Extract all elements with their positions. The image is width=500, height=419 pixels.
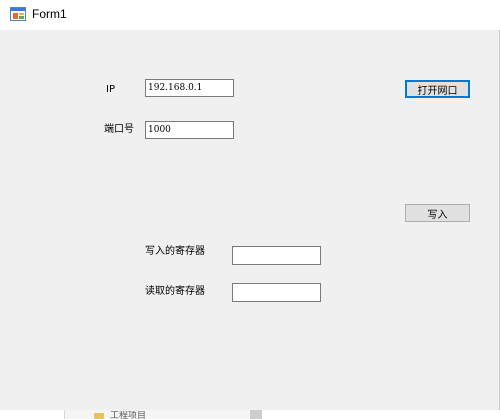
- ip-label: IP: [106, 84, 115, 95]
- write-button[interactable]: 写入: [405, 204, 470, 222]
- port-label: 端口号: [104, 124, 134, 135]
- form-app-icon: [10, 7, 26, 21]
- ip-input[interactable]: [145, 79, 234, 97]
- form-window: Form1 IP 打开网口 端口号 写入 写入的寄存器 读取的寄存器: [0, 0, 500, 410]
- title-bar[interactable]: Form1: [0, 0, 500, 30]
- read-register-label: 读取的寄存器: [145, 286, 205, 297]
- background-scrollbar: [250, 410, 262, 419]
- write-register-label: 写入的寄存器: [145, 246, 205, 257]
- folder-icon: [94, 413, 104, 419]
- background-tree-item-label: 工程项目: [110, 411, 147, 419]
- write-register-input[interactable]: [232, 246, 321, 265]
- open-network-port-button[interactable]: 打开网口: [405, 80, 470, 98]
- window-title: Form1: [32, 7, 67, 21]
- read-register-input[interactable]: [232, 283, 321, 302]
- port-input[interactable]: [145, 121, 234, 139]
